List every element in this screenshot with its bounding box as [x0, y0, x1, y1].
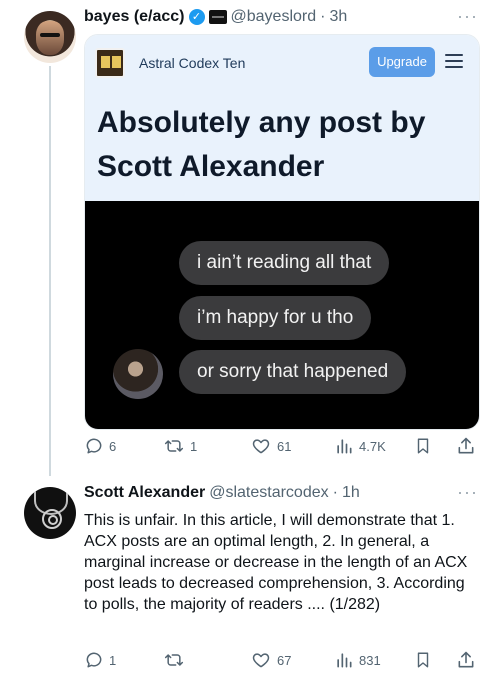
tweet2-header: Scott Alexander @slatestarcodex · 1h	[84, 484, 360, 502]
thread-connector-line	[49, 66, 51, 476]
views-icon	[337, 439, 352, 454]
reply-count: 6	[109, 438, 117, 454]
views-count: 4.7K	[359, 438, 386, 454]
meme-image: i ain’t reading all that i’m happy for u…	[85, 201, 479, 429]
share-button[interactable]	[456, 650, 476, 670]
share-button[interactable]	[456, 436, 476, 456]
tweet2-text: This is unfair. In this article, I will …	[84, 512, 468, 613]
more-icon[interactable]: ···	[457, 482, 478, 503]
like-icon	[252, 653, 270, 668]
like-button[interactable]: 67	[250, 650, 291, 670]
like-button[interactable]: 61	[250, 436, 291, 456]
more-icon[interactable]: ···	[457, 6, 478, 27]
reply-icon	[86, 438, 102, 454]
tweet2-action-bar: 1 67 831	[84, 650, 478, 674]
retweet-button[interactable]: 1	[163, 436, 197, 456]
like-icon	[252, 439, 270, 454]
upgrade-button: Upgrade	[369, 47, 435, 77]
like-count: 61	[277, 438, 292, 454]
tweet2-handle[interactable]: @slatestarcodex	[209, 484, 328, 502]
chat-bubble-2: i’m happy for u tho	[179, 296, 372, 340]
tweet2-timestamp[interactable]: 1h	[342, 484, 360, 502]
views-button[interactable]: 4.7K	[334, 436, 386, 456]
share-icon	[458, 651, 474, 668]
retweet-button[interactable]	[163, 650, 190, 670]
chat-bubble-1: i ain’t reading all that	[179, 241, 390, 285]
like-count: 67	[277, 652, 292, 668]
views-icon	[337, 653, 352, 668]
affiliation-badge-icon[interactable]	[208, 10, 227, 24]
tweet2-author-name[interactable]: Scott Alexander	[84, 484, 205, 502]
tweet1-separator: ·	[320, 8, 326, 25]
tweet1-action-bar: 6 1 61 4.7K	[84, 436, 478, 460]
tweet2-separator: ·	[332, 484, 338, 501]
chat-bubble-3: or sorry that happened	[179, 350, 407, 394]
retweet-icon	[164, 440, 184, 452]
views-count: 831	[359, 652, 381, 668]
views-button[interactable]: 831	[334, 650, 381, 670]
astral-codex-logo-icon	[95, 48, 125, 78]
reply-count: 1	[109, 652, 117, 668]
card-screenshot-header: Astral Codex Ten Upgrade Absolutely any …	[85, 35, 479, 201]
card-site-name: Astral Codex Ten	[139, 55, 246, 71]
retweet-icon	[164, 654, 184, 666]
tweet1-header: bayes (e/acc) ✓ @bayeslord · 3h	[84, 8, 347, 26]
bookmark-button[interactable]	[414, 650, 432, 670]
tweet1-timestamp[interactable]: 3h	[329, 8, 347, 26]
reply-button[interactable]: 6	[84, 436, 116, 456]
verified-badge-icon: ✓	[188, 9, 205, 25]
bookmark-icon	[417, 438, 429, 454]
menu-icon	[445, 52, 463, 70]
reply-icon	[86, 652, 102, 668]
avatar-bayeslord[interactable]	[24, 11, 76, 63]
tweet1-author-name[interactable]: bayes (e/acc)	[84, 8, 185, 26]
avatar-slatestarcodex[interactable]	[24, 487, 76, 539]
chat-avatar	[113, 349, 163, 399]
reply-button[interactable]: 1	[84, 650, 116, 670]
bookmark-button[interactable]	[414, 436, 432, 456]
tweet1-handle[interactable]: @bayeslord	[231, 8, 317, 26]
card-headline: Absolutely any post by Scott Alexander	[97, 106, 426, 183]
retweet-count: 1	[190, 438, 198, 454]
tweet1-media-card[interactable]: Astral Codex Ten Upgrade Absolutely any …	[84, 34, 480, 430]
bookmark-icon	[417, 652, 429, 668]
share-icon	[458, 437, 474, 454]
